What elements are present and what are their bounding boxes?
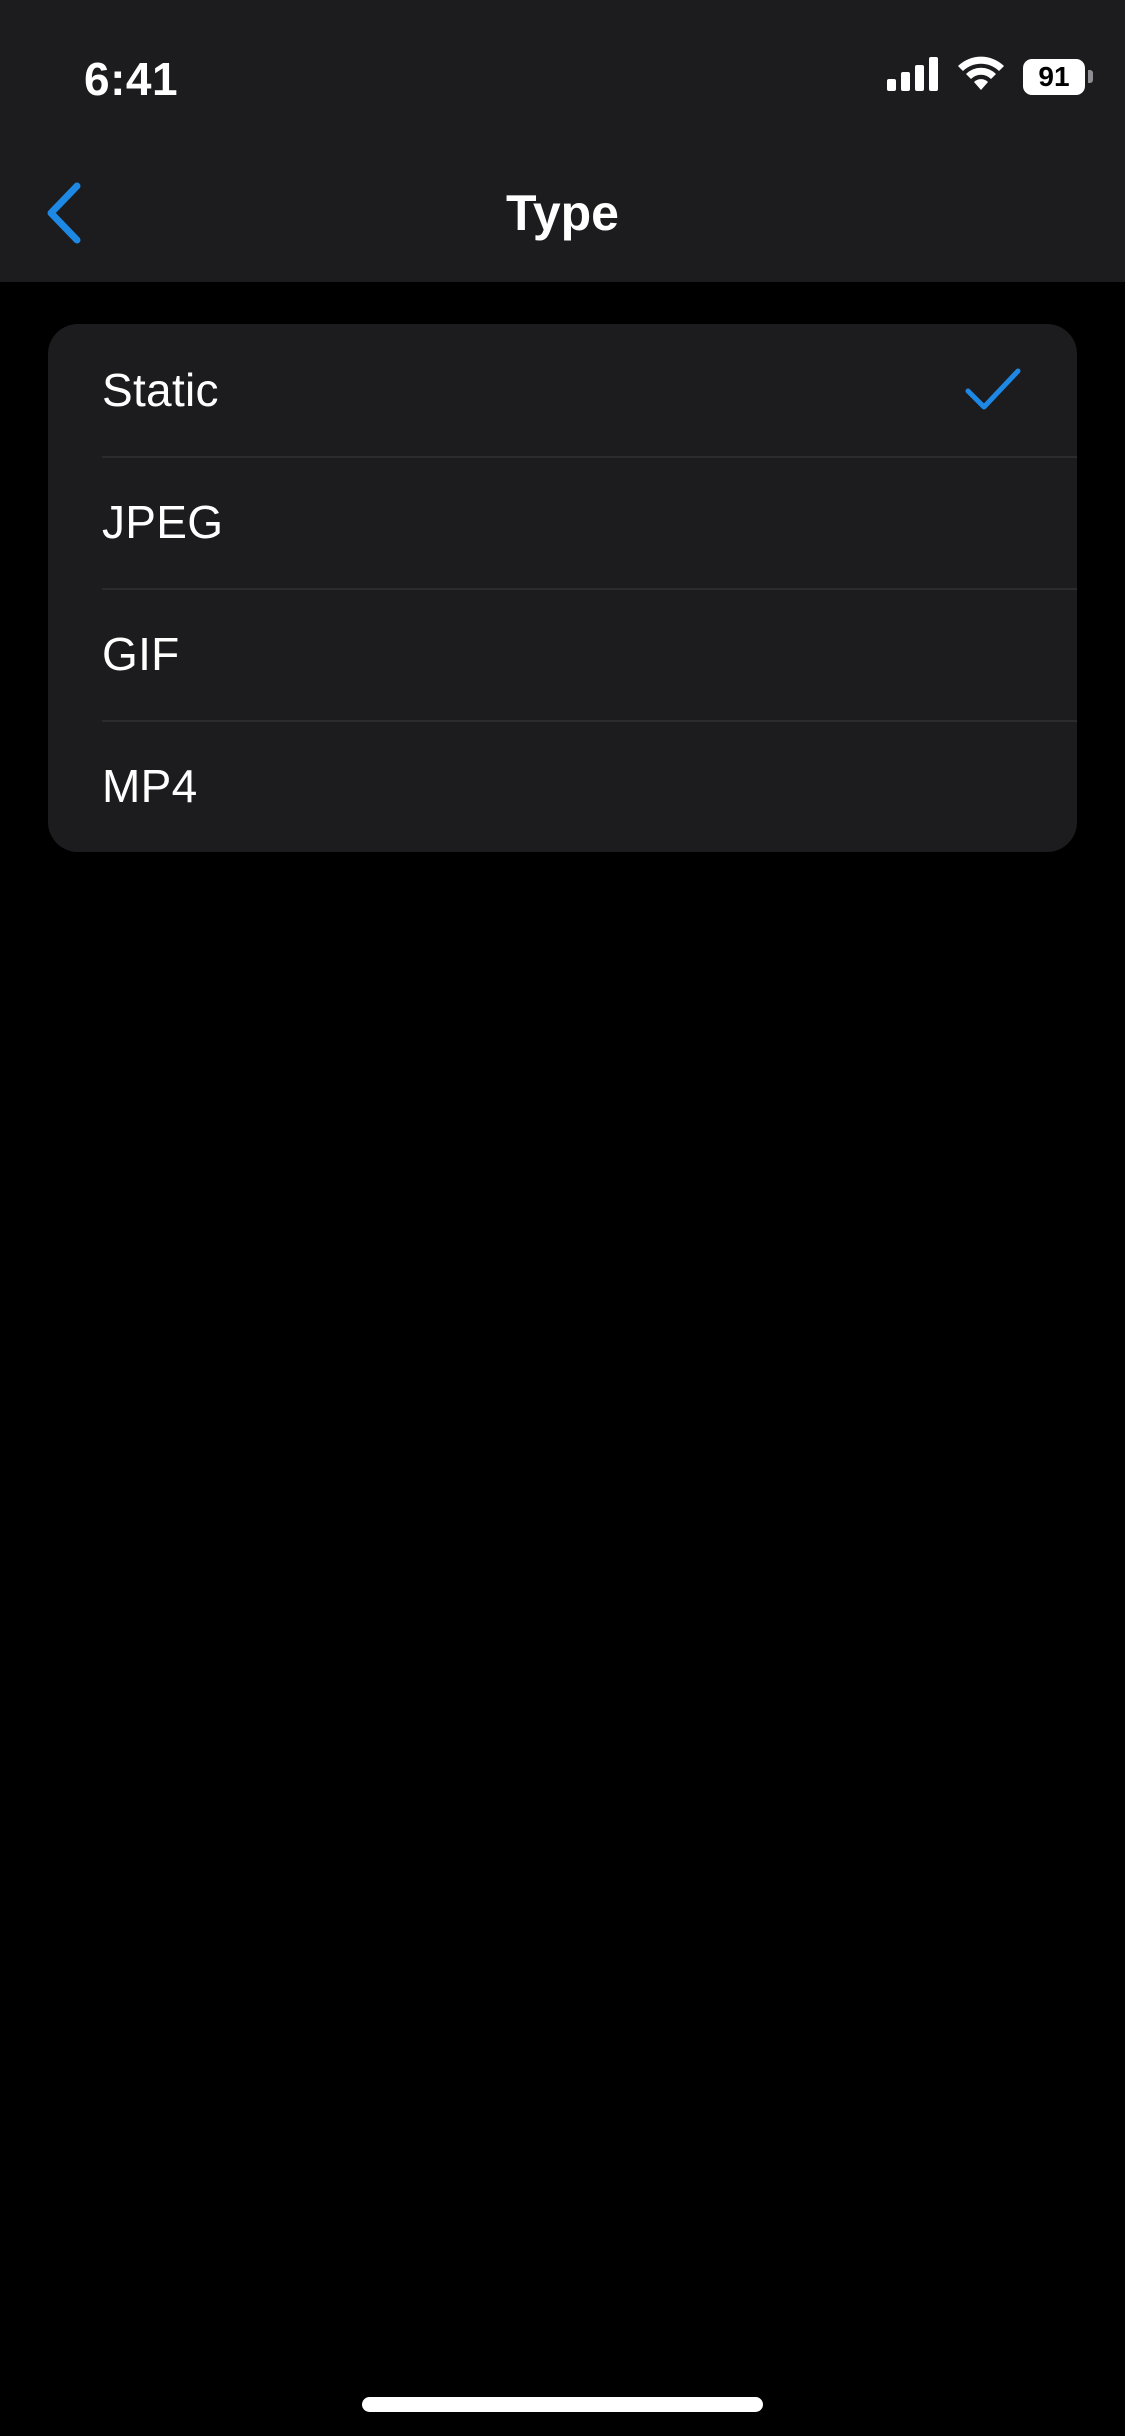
option-label: GIF xyxy=(102,628,180,680)
top-bar: 6:41 91 Type xyxy=(0,0,1125,282)
status-icons: 91 xyxy=(887,56,1093,97)
checkmark-icon xyxy=(963,365,1023,415)
battery-level: 91 xyxy=(1023,58,1085,95)
status-time: 6:41 xyxy=(84,53,179,105)
battery-icon: 91 xyxy=(1023,58,1093,95)
option-label: MP4 xyxy=(102,760,198,812)
type-options-list: Static JPEG GIF MP4 xyxy=(48,324,1077,852)
option-label: JPEG xyxy=(102,496,224,548)
option-gif[interactable]: GIF xyxy=(48,588,1077,720)
option-label: Static xyxy=(102,364,219,416)
option-static[interactable]: Static xyxy=(48,324,1077,456)
home-indicator[interactable] xyxy=(362,2397,763,2412)
battery-tip xyxy=(1088,70,1093,83)
page-title: Type xyxy=(506,185,619,241)
option-jpeg[interactable]: JPEG xyxy=(48,456,1077,588)
wifi-icon xyxy=(957,56,1005,97)
option-mp4[interactable]: MP4 xyxy=(48,720,1077,852)
cellular-signal-icon xyxy=(887,57,939,96)
